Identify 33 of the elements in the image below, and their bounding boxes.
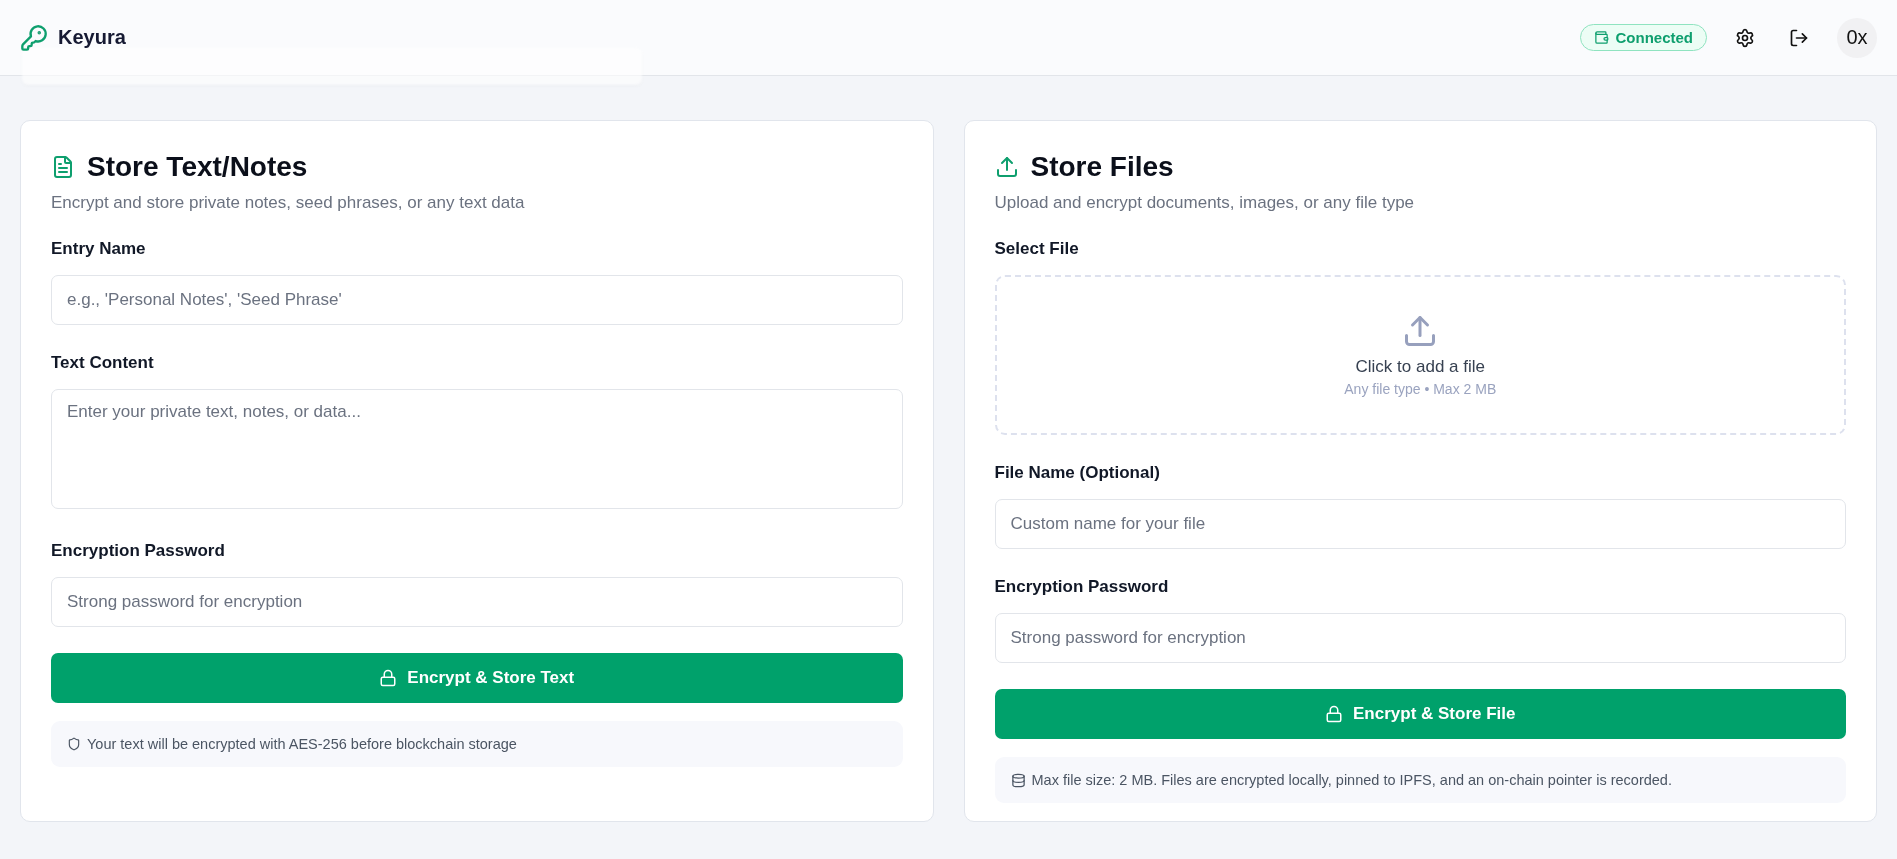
shield-icon <box>67 737 81 751</box>
card-title: Store Files <box>1030 151 1174 183</box>
field-label: Encryption Password <box>994 577 1170 597</box>
note-text: Max file size: 2 MB. Files are encrypted locally, pinned to IPFS, and an on-chain pointer is recorded. <box>1031 772 1672 788</box>
dropzone-title: Click to add a file <box>1355 357 1485 377</box>
card-subtitle: Encrypt and store private notes, seed phrases, or any text data <box>51 193 526 213</box>
account-button[interactable]: 0x <box>1837 17 1877 58</box>
text-input[interactable]: e.g., 'Personal Notes', 'Seed Phrase' <box>51 275 903 325</box>
settings-icon <box>1735 27 1755 48</box>
field-label: Text Content <box>51 353 155 373</box>
card-title: Store Text/Notes <box>87 151 308 183</box>
field-label: Entry Name <box>51 239 147 259</box>
upload-icon <box>994 155 1019 179</box>
card-subtitle: Upload and encrypt documents, images, or any file type <box>994 193 1416 213</box>
key-icon <box>20 23 48 52</box>
field-label: File Name (Optional) <box>994 463 1161 483</box>
brand-name: Keyura <box>58 26 126 49</box>
field-label: Encryption Password <box>51 541 226 561</box>
text-input[interactable]: Strong password for encryption <box>994 613 1846 663</box>
note-text: Your text will be encrypted with AES-256 before blockchain storage <box>87 736 517 752</box>
file-dropzone[interactable]: Click to add a file Any file type • Max 2 MB <box>994 275 1846 435</box>
status-label: Connected <box>1615 29 1693 46</box>
dropzone-hint: Any file type • Max 2 MB <box>1344 381 1497 397</box>
text-area[interactable]: Enter your private text, notes, or data... <box>51 389 903 509</box>
text-input[interactable]: Custom name for your file <box>994 499 1846 549</box>
field-label: Select File <box>994 239 1080 259</box>
document-icon <box>51 155 75 179</box>
lock-icon <box>1325 705 1343 723</box>
database-icon <box>1010 772 1026 788</box>
lock-icon <box>379 669 398 687</box>
wallet-icon <box>1594 30 1610 45</box>
text-input[interactable]: Strong password for encryption <box>51 577 903 627</box>
logout-icon <box>1789 27 1809 48</box>
